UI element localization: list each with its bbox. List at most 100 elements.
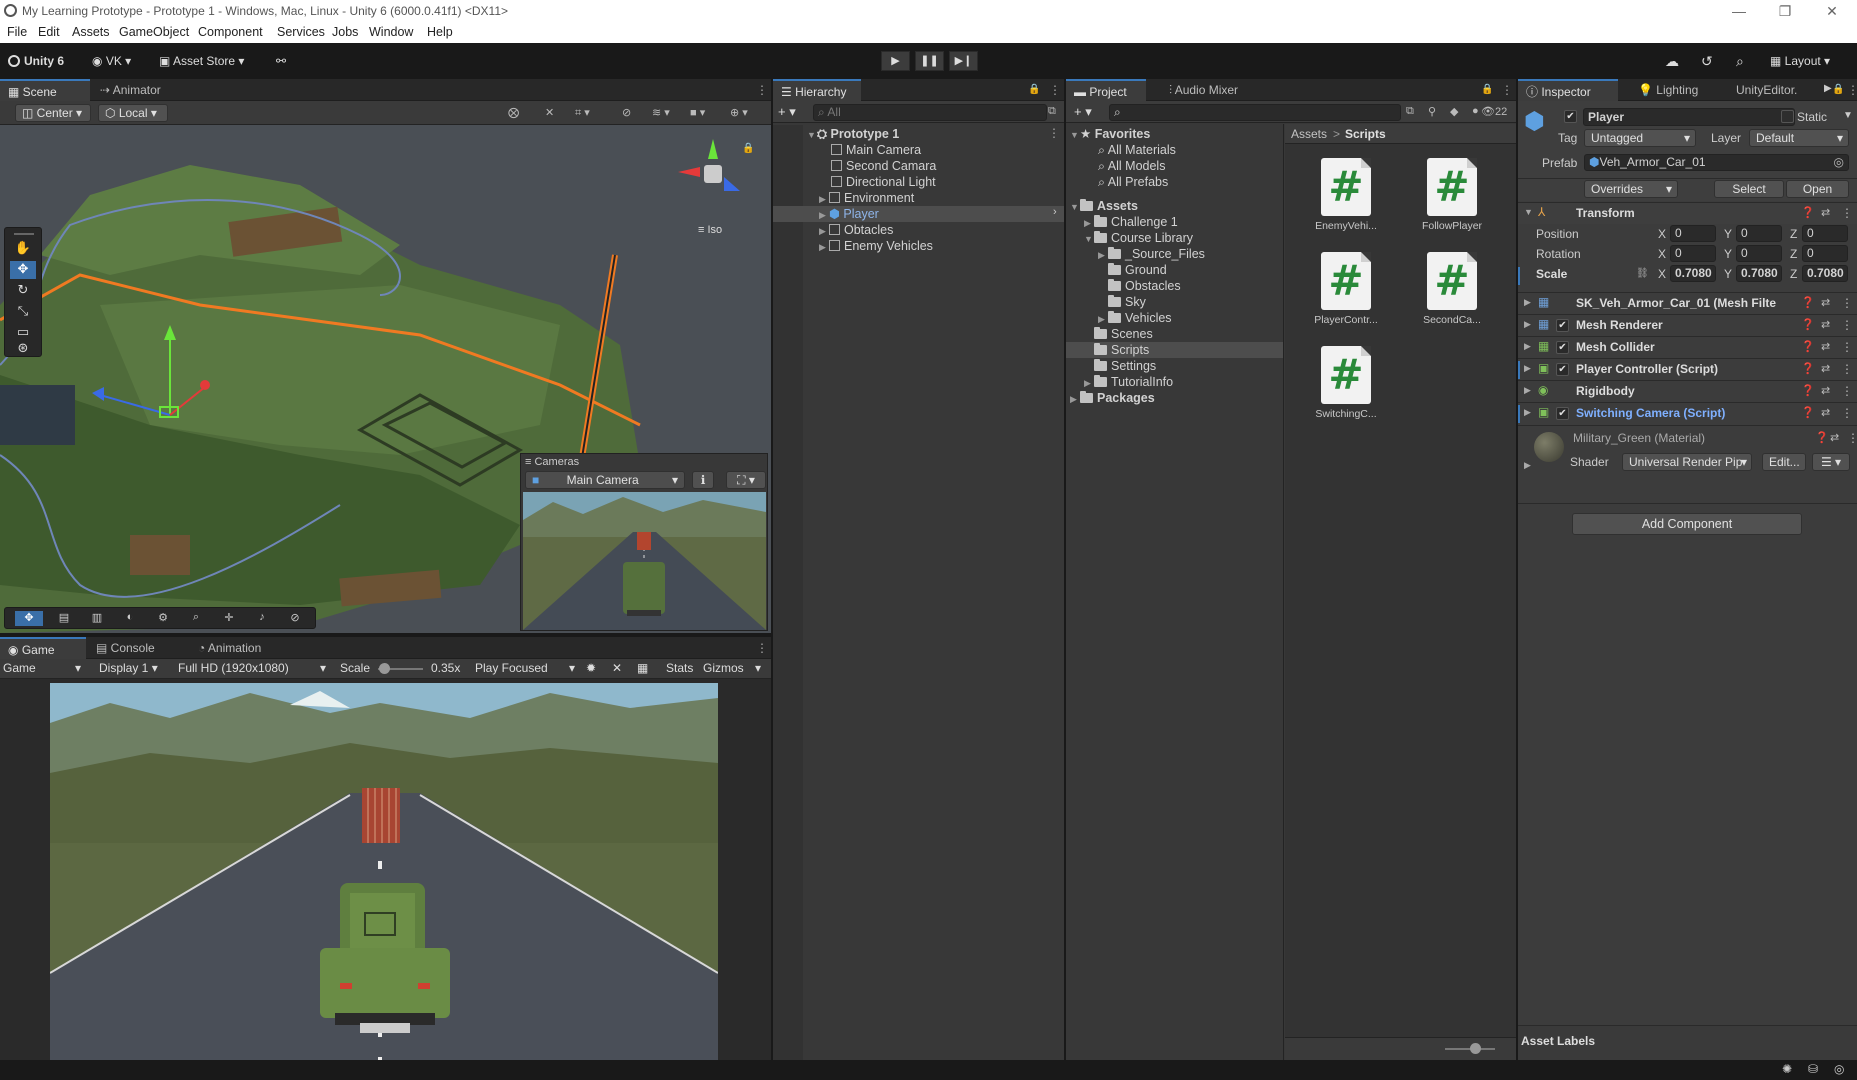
script-file-icon[interactable]: # <box>1427 252 1477 310</box>
hierarchy-item-player[interactable]: ▶ ⬢ Player <box>819 206 879 222</box>
assets-root[interactable]: ▼ Assets <box>1070 198 1138 214</box>
bug-icon[interactable]: ✹ <box>586 661 596 675</box>
lock-icon[interactable]: 🔒 <box>1481 84 1493 95</box>
favorite-all-models[interactable]: ⌕ All Models <box>1098 158 1165 174</box>
prefab-cube-icon[interactable]: ⬢ <box>1524 107 1545 136</box>
tab-game[interactable]: ◉ Game <box>0 637 86 659</box>
gizmos-icon[interactable]: ⊕ ▾ <box>730 106 748 119</box>
search-by-type-icon[interactable]: ⧉ <box>1406 105 1414 118</box>
position-y-label[interactable]: Y <box>1724 227 1732 241</box>
prefab-open-arrow-icon[interactable]: › <box>1053 206 1057 218</box>
component-menu-icon[interactable]: ⋮ <box>1841 406 1853 420</box>
panel-menu-icon[interactable]: ⋮ <box>748 637 776 659</box>
add-component-button[interactable]: Add Component <box>1572 513 1802 535</box>
space-dropdown[interactable]: ⬡ Local ▾ <box>98 104 168 122</box>
cloud-icon[interactable]: ☁ <box>1665 51 1679 71</box>
tab-project[interactable]: ▬ Project <box>1066 79 1146 101</box>
object-name-input[interactable]: Player <box>1583 108 1795 126</box>
filter-icon[interactable]: ⧉ <box>1048 105 1056 118</box>
component-mesh-filter[interactable]: ▶ ▦ SK_Veh_Armor_Car_01 (Mesh Filte ❓ ⇄ … <box>1518 292 1857 314</box>
rotation-y-field[interactable]: 0 <box>1736 245 1782 262</box>
component-menu-icon[interactable]: ⋮ <box>1841 384 1853 398</box>
folder-tutorialinfo[interactable]: ▶ TutorialInfo <box>1084 374 1173 390</box>
folder-source-files[interactable]: ▶ _Source_Files <box>1098 246 1205 262</box>
constrain-proportions-icon[interactable]: ⛓ <box>1636 268 1649 279</box>
scale-z-field[interactable]: 0.7080 <box>1802 265 1848 282</box>
tab-console[interactable]: ▤ Console <box>88 637 163 659</box>
packages-root[interactable]: ▶ Packages <box>1070 390 1155 406</box>
enabled-checkbox[interactable]: ✔ <box>1556 319 1569 332</box>
pivot-dropdown[interactable]: ◫ Center ▾ <box>15 104 91 122</box>
breadcrumb-assets[interactable]: Assets <box>1291 127 1327 141</box>
menu-window[interactable]: Window <box>369 25 413 39</box>
tab-animation[interactable]: ◔ Animation <box>190 637 269 659</box>
projection-label[interactable]: ≡ Iso <box>698 224 722 236</box>
scale-tool-icon[interactable]: ⤡ <box>10 303 36 321</box>
panel-menu-icon[interactable]: ⋮ <box>1501 83 1513 97</box>
menu-help[interactable]: Help <box>427 25 453 39</box>
script-file-icon[interactable]: # <box>1321 252 1371 310</box>
enabled-checkbox[interactable]: ✔ <box>1556 341 1569 354</box>
panel-menu-icon[interactable]: ⋮ <box>1847 83 1857 97</box>
presets-icon[interactable]: ⇄ <box>1821 318 1830 331</box>
layer-dropdown[interactable]: Default ▾ <box>1749 129 1849 147</box>
menu-gameobject[interactable]: GameObject <box>119 25 189 39</box>
open-button[interactable]: Open <box>1786 180 1849 198</box>
layers-icon[interactable]: ≋ ▾ <box>652 106 670 119</box>
gizmos-dropdown[interactable]: Gizmos ▾ <box>703 661 761 675</box>
rotate-tool-icon[interactable]: ↻ <box>10 282 36 300</box>
tab-unityeditor[interactable]: UnityEditor. <box>1728 79 1824 101</box>
menu-assets[interactable]: Assets <box>72 25 110 39</box>
cache-server-icon[interactable]: ⛁ <box>1808 1062 1818 1076</box>
move-tool-icon[interactable]: ✥ <box>10 261 36 279</box>
help-icon[interactable]: ❓ <box>1815 431 1829 444</box>
select-button[interactable]: Select <box>1714 180 1784 198</box>
step-button[interactable]: ▶❙ <box>949 51 978 71</box>
tab-inspector[interactable]: ⓘ Inspector <box>1518 79 1618 101</box>
prefab-asset-field[interactable]: ⬢Veh_Armor_Car_01 ◎ <box>1584 154 1849 171</box>
folder-challenge-1[interactable]: ▶ Challenge 1 <box>1084 214 1178 230</box>
project-search-input[interactable]: ⌕ <box>1109 104 1401 121</box>
menu-services[interactable]: Services <box>277 25 325 39</box>
close-button[interactable]: ✕ <box>1815 2 1849 20</box>
component-player-controller[interactable]: ▶ ▣ ✔ Player Controller (Script) ❓ ⇄ ⋮ <box>1518 358 1857 380</box>
static-checkbox[interactable] <box>1781 110 1794 123</box>
tab-lighting[interactable]: 💡 Lighting <box>1630 79 1706 101</box>
favorite-all-materials[interactable]: ⌕ All Materials <box>1098 142 1176 158</box>
shader-dropdown[interactable]: Universal Render Pip ▾ <box>1622 453 1752 471</box>
script-file-icon[interactable]: # <box>1321 158 1371 216</box>
rotation-z-label[interactable]: Z <box>1790 247 1797 261</box>
presets-icon[interactable]: ⇄ <box>1821 384 1830 397</box>
script-file-icon[interactable]: # <box>1427 158 1477 216</box>
position-z-field[interactable]: 0 <box>1802 225 1848 242</box>
scale-x-field[interactable]: 0.7080 <box>1670 265 1716 282</box>
presets-icon[interactable]: ⇄ <box>1821 340 1830 353</box>
lock-icon[interactable]: 🔒 <box>742 143 754 154</box>
scale-y-field[interactable]: 0.7080 <box>1736 265 1782 282</box>
hierarchy-item-second-camara[interactable]: Second Camara <box>831 158 936 174</box>
rotation-x-field[interactable]: 0 <box>1670 245 1716 262</box>
help-icon[interactable]: ❓ <box>1801 406 1815 419</box>
game-mode-dropdown[interactable]: Game ▾ <box>3 661 81 675</box>
camera-fit-button[interactable]: ⛶ ▾ <box>726 471 766 489</box>
snap-icon[interactable]: ✕ <box>545 106 554 119</box>
component-mesh-collider[interactable]: ▶ ▦ ✔ Mesh Collider ❓ ⇄ ⋮ <box>1518 336 1857 358</box>
component-menu-icon[interactable]: ⋮ <box>1847 431 1857 445</box>
stats-button[interactable]: Stats <box>666 661 693 675</box>
display-grid-icon[interactable]: ▦ <box>637 661 648 675</box>
log-icon[interactable]: ● <box>1472 105 1479 117</box>
tab-hierarchy[interactable]: ☰ Hierarchy <box>773 79 861 101</box>
help-icon[interactable]: ❓ <box>1801 384 1815 397</box>
tag-filter-icon[interactable]: ◆ <box>1450 105 1458 118</box>
tab-scene[interactable]: ▦ Scene <box>0 79 90 101</box>
position-y-field[interactable]: 0 <box>1736 225 1782 242</box>
icon-size-slider-thumb[interactable] <box>1470 1043 1481 1054</box>
asset-labels-title[interactable]: Asset Labels <box>1521 1034 1595 1048</box>
camera-info-button[interactable]: ℹ <box>692 471 714 489</box>
panel-menu-icon[interactable]: ⋮ <box>748 79 776 101</box>
asset-file-playercontr[interactable]: PlayerContr... <box>1306 314 1386 326</box>
scale-y-label[interactable]: Y <box>1724 267 1732 281</box>
presets-icon[interactable]: ⇄ <box>1821 406 1830 419</box>
help-icon[interactable]: ❓ <box>1801 296 1815 309</box>
presets-icon[interactable]: ⇄ <box>1821 362 1830 375</box>
